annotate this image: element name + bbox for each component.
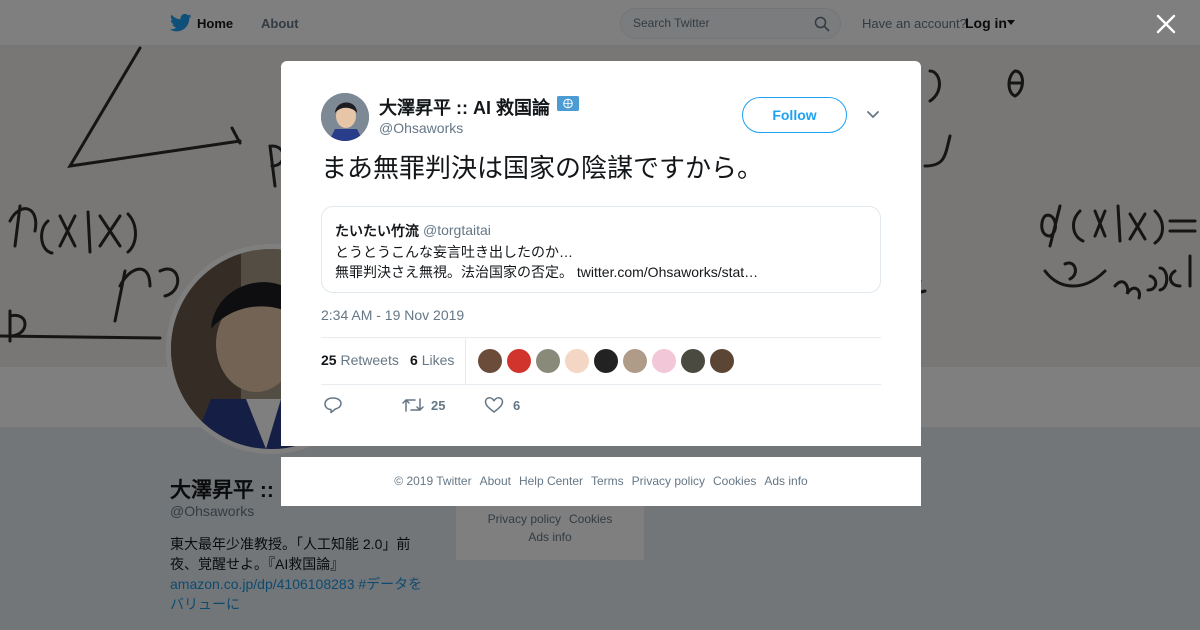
reply-button[interactable]: [323, 394, 383, 418]
like-count: 6: [513, 398, 521, 413]
author-avatar[interactable]: [321, 93, 369, 141]
tweet-text: まあ無罪判決は国家の陰謀ですから。: [321, 154, 764, 184]
liker-avatar[interactable]: [594, 349, 618, 373]
quoted-tweet-text-line: 無罪判決さえ無視。法治国家の否定。: [335, 264, 573, 280]
retweets-label: Retweets: [340, 352, 399, 368]
like-button[interactable]: 6: [484, 394, 544, 418]
liker-avatar[interactable]: [536, 349, 560, 373]
likes-stat[interactable]: 6 Likes: [410, 352, 454, 368]
likes-label: Likes: [421, 352, 455, 368]
liker-avatar[interactable]: [565, 349, 589, 373]
quoted-tweet-text: とうとうこんな妄言吐き出したのか…: [335, 244, 573, 260]
likes-count: 6: [410, 352, 418, 368]
tweet-stats: 25 Retweets 6 Likes: [321, 338, 881, 384]
divider: [321, 384, 881, 385]
quoted-author-handle: @torgtaitai: [423, 222, 491, 238]
retweet-icon: [402, 398, 424, 412]
reply-icon: [324, 397, 342, 414]
tweet-modal: 大澤昇平 :: AI 救国論 @Ohsaworks Follow まあ無罪判決は…: [281, 61, 921, 446]
footer-link[interactable]: Privacy policy: [632, 474, 705, 488]
follow-button[interactable]: Follow: [742, 97, 847, 133]
liker-avatar[interactable]: [710, 349, 734, 373]
author-handle[interactable]: @Ohsaworks: [379, 120, 463, 136]
liker-avatar[interactable]: [507, 349, 531, 373]
tweet-timestamp[interactable]: 2:34 AM - 19 Nov 2019: [321, 307, 464, 323]
footer-links: © 2019 Twitter About Help Center Terms Priva…: [281, 474, 921, 488]
chevron-down-icon[interactable]: [866, 110, 880, 120]
retweets-stat[interactable]: 25 Retweets: [321, 352, 399, 368]
retweet-count: 25: [431, 398, 446, 413]
stat-separator: [465, 338, 466, 384]
tweet-actions: 25 6: [321, 394, 881, 418]
footer-link[interactable]: About: [480, 474, 511, 488]
author-name[interactable]: 大澤昇平 :: AI 救国論: [379, 94, 550, 120]
liker-avatar[interactable]: [652, 349, 676, 373]
footer-link[interactable]: Cookies: [713, 474, 756, 488]
un-flag-icon: [557, 96, 579, 111]
footer-link[interactable]: Ads info: [764, 474, 807, 488]
quoted-tweet-link[interactable]: twitter.com/Ohsaworks/stat…: [577, 264, 758, 280]
liker-avatar[interactable]: [623, 349, 647, 373]
retweet-button[interactable]: 25: [402, 394, 462, 418]
liker-avatar[interactable]: [478, 349, 502, 373]
close-icon[interactable]: [1155, 13, 1177, 35]
quoted-author-name: たいたい竹流: [335, 223, 419, 239]
heart-icon: [484, 397, 504, 413]
footer-link[interactable]: Terms: [591, 474, 624, 488]
retweets-count: 25: [321, 352, 337, 368]
quoted-tweet[interactable]: たいたい竹流 @torgtaitai とうとうこんな妄言吐き出したのか… 無罪判…: [321, 206, 881, 293]
quoted-tweet-text: 無罪判決さえ無視。法治国家の否定。 twitter.com/Ohsaworks/…: [335, 262, 758, 282]
liker-avatar[interactable]: [681, 349, 705, 373]
modal-footer: © 2019 Twitter About Help Center Terms Priva…: [281, 457, 921, 506]
footer-link[interactable]: Help Center: [519, 474, 583, 488]
footer-link: © 2019 Twitter: [394, 474, 472, 488]
